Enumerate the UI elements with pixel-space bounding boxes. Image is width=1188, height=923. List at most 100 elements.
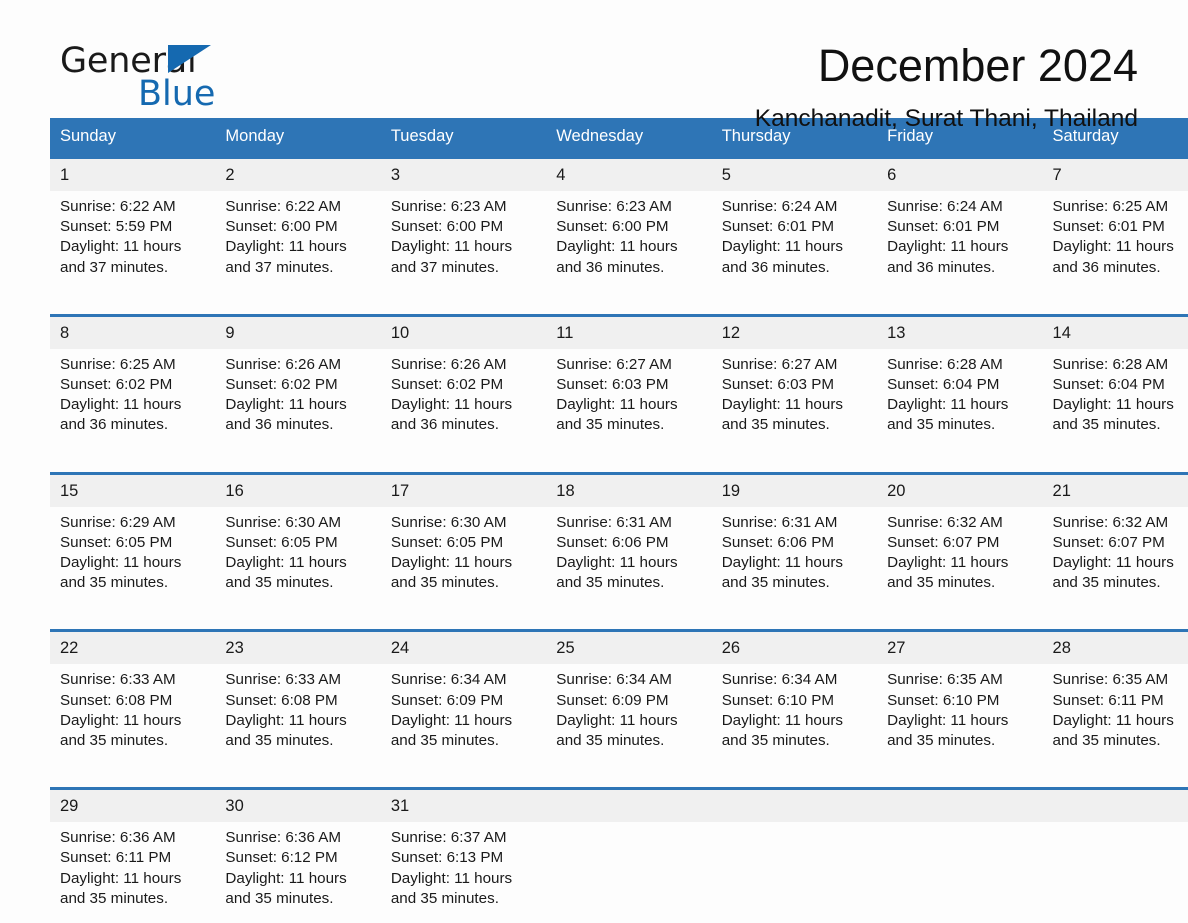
sunset-time: Sunset: 6:02 PM	[391, 375, 538, 395]
calendar-day-cell[interactable]: 4Sunrise: 6:23 AMSunset: 6:00 PMDaylight…	[546, 158, 711, 292]
calendar-day-cell[interactable]: 11Sunrise: 6:27 AMSunset: 6:03 PMDayligh…	[546, 315, 711, 449]
calendar-day-cell[interactable]: 22Sunrise: 6:33 AMSunset: 6:08 PMDayligh…	[50, 631, 215, 765]
week-spacer-cell	[50, 450, 1188, 474]
calendar-day-cell[interactable]: 26Sunrise: 6:34 AMSunset: 6:10 PMDayligh…	[712, 631, 877, 765]
calendar-day-cell[interactable]: 31Sunrise: 6:37 AMSunset: 6:13 PMDayligh…	[381, 789, 546, 923]
day-details: Sunrise: 6:34 AMSunset: 6:09 PMDaylight:…	[546, 664, 711, 765]
sunset-time: Sunset: 6:05 PM	[225, 533, 372, 553]
sunset-time: Sunset: 6:05 PM	[391, 533, 538, 553]
daylight-duration-line2: and 35 minutes.	[887, 731, 1034, 751]
calendar-day-cell[interactable]: 7Sunrise: 6:25 AMSunset: 6:01 PMDaylight…	[1043, 158, 1188, 292]
daylight-duration-line2: and 35 minutes.	[225, 731, 372, 751]
calendar-day-cell[interactable]: 9Sunrise: 6:26 AMSunset: 6:02 PMDaylight…	[215, 315, 380, 449]
sunset-time: Sunset: 6:07 PM	[887, 533, 1034, 553]
day-number: 20	[877, 475, 1042, 507]
calendar-day-cell[interactable]: 28Sunrise: 6:35 AMSunset: 6:11 PMDayligh…	[1043, 631, 1188, 765]
generalblue-logo[interactable]: General Blue	[60, 44, 320, 114]
day-number: 7	[1043, 159, 1188, 191]
day-details: Sunrise: 6:36 AMSunset: 6:11 PMDaylight:…	[50, 822, 215, 923]
day-number: 2	[215, 159, 380, 191]
day-details: Sunrise: 6:30 AMSunset: 6:05 PMDaylight:…	[381, 507, 546, 608]
sunset-time: Sunset: 6:09 PM	[391, 691, 538, 711]
daylight-duration-line1: Daylight: 11 hours	[1053, 237, 1188, 257]
day-number: 31	[381, 790, 546, 822]
calendar-day-cell[interactable]: 12Sunrise: 6:27 AMSunset: 6:03 PMDayligh…	[712, 315, 877, 449]
calendar-page: General Blue December 2024 Kanchanadit, …	[0, 0, 1188, 918]
daylight-duration-line1: Daylight: 11 hours	[722, 395, 869, 415]
calendar-day-cell[interactable]: 5Sunrise: 6:24 AMSunset: 6:01 PMDaylight…	[712, 158, 877, 292]
daylight-duration-line2: and 35 minutes.	[60, 573, 207, 593]
daylight-duration-line1: Daylight: 11 hours	[722, 553, 869, 573]
calendar-day-cell[interactable]: 25Sunrise: 6:34 AMSunset: 6:09 PMDayligh…	[546, 631, 711, 765]
calendar-day-cell[interactable]: 18Sunrise: 6:31 AMSunset: 6:06 PMDayligh…	[546, 473, 711, 607]
daylight-duration-line2: and 36 minutes.	[722, 258, 869, 278]
day-number: 29	[50, 790, 215, 822]
day-number: 12	[712, 317, 877, 349]
day-details: Sunrise: 6:29 AMSunset: 6:05 PMDaylight:…	[50, 507, 215, 608]
sunset-time: Sunset: 6:00 PM	[556, 217, 703, 237]
sunrise-time: Sunrise: 6:23 AM	[556, 197, 703, 217]
daylight-duration-line2: and 35 minutes.	[556, 573, 703, 593]
calendar-day-cell[interactable]: 30Sunrise: 6:36 AMSunset: 6:12 PMDayligh…	[215, 789, 380, 923]
calendar-body: 1Sunrise: 6:22 AMSunset: 5:59 PMDaylight…	[50, 158, 1188, 923]
day-details: Sunrise: 6:31 AMSunset: 6:06 PMDaylight:…	[712, 507, 877, 608]
sunset-time: Sunset: 6:10 PM	[722, 691, 869, 711]
sunset-time: Sunset: 6:01 PM	[722, 217, 869, 237]
day-number: 14	[1043, 317, 1188, 349]
calendar-day-cell[interactable]: 6Sunrise: 6:24 AMSunset: 6:01 PMDaylight…	[877, 158, 1042, 292]
day-details: Sunrise: 6:34 AMSunset: 6:10 PMDaylight:…	[712, 664, 877, 765]
day-details: Sunrise: 6:27 AMSunset: 6:03 PMDaylight:…	[546, 349, 711, 450]
sunrise-time: Sunrise: 6:32 AM	[1053, 513, 1188, 533]
page-header: General Blue December 2024 Kanchanadit, …	[50, 0, 1138, 108]
sunset-time: Sunset: 6:03 PM	[556, 375, 703, 395]
calendar-day-cell[interactable]: 23Sunrise: 6:33 AMSunset: 6:08 PMDayligh…	[215, 631, 380, 765]
calendar-day-cell[interactable]: 3Sunrise: 6:23 AMSunset: 6:00 PMDaylight…	[381, 158, 546, 292]
day-details: Sunrise: 6:24 AMSunset: 6:01 PMDaylight:…	[877, 191, 1042, 292]
calendar-day-cell[interactable]: 1Sunrise: 6:22 AMSunset: 5:59 PMDaylight…	[50, 158, 215, 292]
sunset-time: Sunset: 6:02 PM	[225, 375, 372, 395]
sunrise-time: Sunrise: 6:27 AM	[556, 355, 703, 375]
calendar-day-cell[interactable]: 8Sunrise: 6:25 AMSunset: 6:02 PMDaylight…	[50, 315, 215, 449]
sunrise-time: Sunrise: 6:34 AM	[722, 670, 869, 690]
calendar-day-cell[interactable]: 29Sunrise: 6:36 AMSunset: 6:11 PMDayligh…	[50, 789, 215, 923]
daylight-duration-line1: Daylight: 11 hours	[225, 869, 372, 889]
day-details: Sunrise: 6:36 AMSunset: 6:12 PMDaylight:…	[215, 822, 380, 923]
day-number: 15	[50, 475, 215, 507]
daylight-duration-line2: and 35 minutes.	[722, 731, 869, 751]
calendar-day-cell[interactable]: 10Sunrise: 6:26 AMSunset: 6:02 PMDayligh…	[381, 315, 546, 449]
day-number: 19	[712, 475, 877, 507]
day-number: 25	[546, 632, 711, 664]
sunset-time: Sunset: 6:04 PM	[887, 375, 1034, 395]
calendar-day-cell[interactable]: 27Sunrise: 6:35 AMSunset: 6:10 PMDayligh…	[877, 631, 1042, 765]
sunset-time: Sunset: 6:00 PM	[391, 217, 538, 237]
daylight-duration-line2: and 35 minutes.	[722, 415, 869, 435]
sunrise-time: Sunrise: 6:28 AM	[1053, 355, 1188, 375]
daylight-duration-line2: and 36 minutes.	[887, 258, 1034, 278]
calendar-day-cell[interactable]: 19Sunrise: 6:31 AMSunset: 6:06 PMDayligh…	[712, 473, 877, 607]
calendar-day-cell-empty	[546, 789, 711, 923]
calendar-day-cell[interactable]: 15Sunrise: 6:29 AMSunset: 6:05 PMDayligh…	[50, 473, 215, 607]
calendar-day-cell[interactable]: 17Sunrise: 6:30 AMSunset: 6:05 PMDayligh…	[381, 473, 546, 607]
day-details: Sunrise: 6:22 AMSunset: 6:00 PMDaylight:…	[215, 191, 380, 292]
day-number: 11	[546, 317, 711, 349]
sunset-time: Sunset: 6:07 PM	[1053, 533, 1188, 553]
sunrise-time: Sunrise: 6:25 AM	[1053, 197, 1188, 217]
calendar-day-cell[interactable]: 21Sunrise: 6:32 AMSunset: 6:07 PMDayligh…	[1043, 473, 1188, 607]
day-number: 13	[877, 317, 1042, 349]
calendar-day-cell[interactable]: 14Sunrise: 6:28 AMSunset: 6:04 PMDayligh…	[1043, 315, 1188, 449]
calendar-day-cell[interactable]: 13Sunrise: 6:28 AMSunset: 6:04 PMDayligh…	[877, 315, 1042, 449]
weekday-header-monday: Monday	[215, 118, 380, 158]
calendar-day-cell[interactable]: 16Sunrise: 6:30 AMSunset: 6:05 PMDayligh…	[215, 473, 380, 607]
daylight-duration-line1: Daylight: 11 hours	[225, 711, 372, 731]
calendar-day-cell[interactable]: 2Sunrise: 6:22 AMSunset: 6:00 PMDaylight…	[215, 158, 380, 292]
daylight-duration-line1: Daylight: 11 hours	[60, 237, 207, 257]
calendar-day-cell[interactable]: 24Sunrise: 6:34 AMSunset: 6:09 PMDayligh…	[381, 631, 546, 765]
calendar-week-row: 8Sunrise: 6:25 AMSunset: 6:02 PMDaylight…	[50, 315, 1188, 449]
day-details: Sunrise: 6:25 AMSunset: 6:02 PMDaylight:…	[50, 349, 215, 450]
daylight-duration-line1: Daylight: 11 hours	[887, 237, 1034, 257]
day-number	[712, 790, 877, 822]
daylight-duration-line1: Daylight: 11 hours	[60, 711, 207, 731]
daylight-duration-line1: Daylight: 11 hours	[556, 395, 703, 415]
calendar-day-cell[interactable]: 20Sunrise: 6:32 AMSunset: 6:07 PMDayligh…	[877, 473, 1042, 607]
daylight-duration-line2: and 35 minutes.	[391, 731, 538, 751]
